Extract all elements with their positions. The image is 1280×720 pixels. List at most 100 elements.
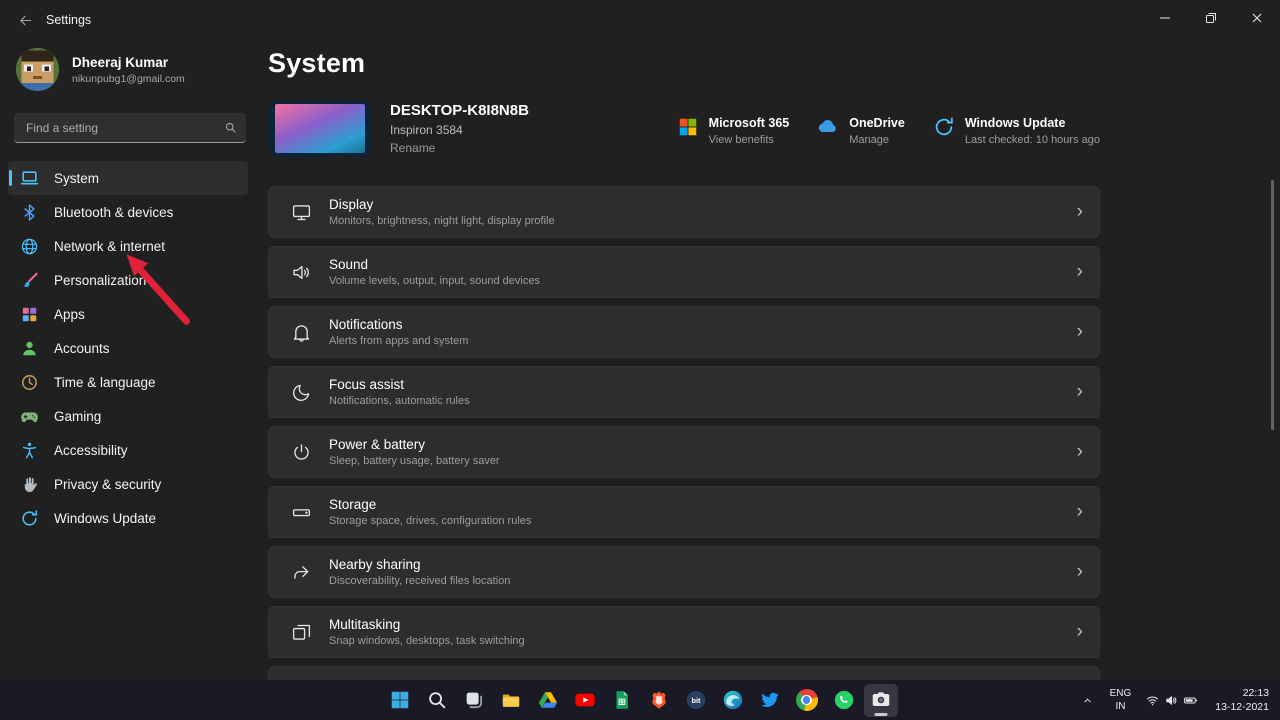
settings-row-power-battery[interactable]: Power & battery Sleep, battery usage, bat… — [268, 426, 1100, 478]
taskbar-twitter-button[interactable] — [753, 684, 787, 717]
update-icon — [20, 509, 39, 528]
settings-row-subtitle: Monitors, brightness, night light, displ… — [329, 215, 555, 227]
edge-icon — [722, 689, 744, 711]
settings-row-title: Display — [329, 197, 374, 212]
sidebar-item-system[interactable]: System — [8, 161, 248, 195]
moon-icon — [291, 382, 312, 403]
task-view-icon — [463, 689, 485, 711]
quick-link-title: OneDrive — [849, 116, 905, 130]
taskbar-google-drive-button[interactable] — [531, 684, 565, 717]
settings-row-storage[interactable]: Storage Storage space, drives, configurat… — [268, 486, 1100, 538]
back-button[interactable] — [6, 3, 44, 37]
tray-status-icons[interactable] — [1142, 693, 1201, 708]
sidebar-item-bluetooth-devices[interactable]: Bluetooth & devices — [8, 195, 248, 229]
settings-row-subtitle: Volume levels, output, input, sound devi… — [329, 275, 540, 287]
taskbar-google-sheets-button[interactable] — [605, 684, 639, 717]
settings-row-display[interactable]: Display Monitors, brightness, night light… — [268, 186, 1100, 238]
chevron-up-icon — [1081, 694, 1094, 707]
clock-icon — [20, 373, 39, 392]
profile-section: Dheeraj Kumar nikunpubg1@gmail.com — [0, 40, 260, 103]
close-button[interactable] — [1234, 0, 1280, 35]
scrollbar[interactable] — [1271, 180, 1274, 430]
quick-link-onedrive[interactable]: OneDrive Manage — [817, 116, 905, 146]
restore-button[interactable] — [1188, 0, 1234, 35]
language-indicator[interactable]: ENG IN — [1106, 687, 1136, 713]
sidebar-item-network-internet[interactable]: Network & internet — [8, 229, 248, 263]
close-icon — [1252, 13, 1262, 23]
sidebar-item-privacy-security[interactable]: Privacy & security — [8, 467, 248, 501]
sidebar-item-gaming[interactable]: Gaming — [8, 399, 248, 433]
sidebar-item-label: Bluetooth & devices — [54, 204, 174, 220]
drive-icon — [291, 502, 312, 523]
sidebar-item-label: System — [54, 170, 100, 186]
sidebar-item-personalization[interactable]: Personalization — [8, 263, 248, 297]
settings-row-subtitle: Alerts from apps and system — [329, 335, 469, 347]
chevron-right-icon: › — [1076, 500, 1083, 522]
taskbar-whatsapp-button[interactable] — [827, 684, 861, 717]
sidebar-item-apps[interactable]: Apps — [8, 297, 248, 331]
quick-links: Microsoft 365 View benefits OneDrive Manage… — [677, 116, 1100, 146]
settings-row-focus-assist[interactable]: Focus assist Notifications, automatic rul… — [268, 366, 1100, 418]
chevron-right-icon: › — [1076, 440, 1083, 462]
selected-indicator — [9, 170, 12, 186]
sidebar-nav: System Bluetooth & devices Network & inter… — [0, 159, 260, 535]
settings-row-subtitle: Notifications, automatic rules — [329, 395, 470, 407]
settings-row-subtitle: Discoverability, received files location — [329, 575, 511, 587]
rename-button[interactable]: Rename — [390, 141, 529, 155]
taskbar-task-view-button[interactable] — [457, 684, 491, 717]
sidebar-item-accounts[interactable]: Accounts — [8, 331, 248, 365]
taskbar: bit ENG IN 22:13 13-12-2021 — [0, 680, 1280, 720]
settings-row-notifications[interactable]: Notifications Alerts from apps and system… — [268, 306, 1100, 358]
taskbar-chrome-button[interactable] — [790, 684, 824, 717]
quick-link-windows-update[interactable]: Windows Update Last checked: 10 hours ago — [933, 116, 1100, 146]
taskbar-start-button[interactable] — [383, 684, 417, 717]
taskbar-snipping-tool-button[interactable] — [863, 683, 898, 717]
taskbar-file-explorer-button[interactable] — [494, 684, 528, 717]
quick-link-microsoft-365[interactable]: Microsoft 365 View benefits — [677, 116, 789, 146]
tray-overflow-button[interactable] — [1077, 685, 1099, 715]
apps-grid-icon — [20, 305, 39, 324]
settings-row-partial[interactable] — [268, 666, 1100, 680]
sidebar-item-label: Privacy & security — [54, 476, 162, 492]
youtube-icon — [574, 689, 596, 711]
settings-row-multitasking[interactable]: Multitasking Snap windows, desktops, task… — [268, 606, 1100, 658]
search-box[interactable] — [14, 113, 246, 143]
taskbar-bitly-button[interactable]: bit — [679, 684, 713, 717]
brush-icon — [20, 271, 39, 290]
taskbar-edge-button[interactable] — [716, 684, 750, 717]
system-tray: ENG IN 22:13 13-12-2021 — [1077, 680, 1276, 720]
taskbar-brave-button[interactable] — [642, 684, 676, 717]
accessibility-icon — [20, 441, 39, 460]
laptop-icon — [20, 169, 39, 188]
device-section: DESKTOP-K8I8N8B Inspiron 3584 Rename — [270, 100, 529, 157]
drive-triangle-icon — [537, 689, 559, 711]
multitask-icon — [291, 622, 312, 643]
chrome-icon — [795, 689, 818, 711]
clock[interactable]: 22:13 13-12-2021 — [1208, 686, 1276, 714]
minimize-button[interactable] — [1142, 0, 1188, 35]
sidebar-item-windows-update[interactable]: Windows Update — [8, 501, 248, 535]
update-icon — [933, 116, 955, 138]
settings-row-sound[interactable]: Sound Volume levels, output, input, sound… — [268, 246, 1100, 298]
volume-icon — [1164, 693, 1179, 708]
tray-date: 13-12-2021 — [1215, 701, 1269, 713]
wifi-icon — [1145, 693, 1160, 708]
sidebar-item-accessibility[interactable]: Accessibility — [8, 433, 248, 467]
titlebar: Settings — [0, 0, 1280, 40]
back-arrow-icon — [18, 13, 33, 28]
taskbar-search-button[interactable] — [420, 684, 454, 717]
tray-time: 22:13 — [1242, 686, 1269, 699]
sidebar-item-label: Network & internet — [54, 238, 166, 254]
search-input[interactable] — [24, 119, 224, 136]
settings-row-nearby-sharing[interactable]: Nearby sharing Discoverability, received … — [268, 546, 1100, 598]
taskbar-youtube-button[interactable] — [568, 684, 602, 717]
avatar — [16, 48, 59, 91]
display-icon — [291, 202, 312, 223]
sidebar-item-time-language[interactable]: Time & language — [8, 365, 248, 399]
sidebar: Dheeraj Kumar nikunpubg1@gmail.com Syste… — [0, 40, 260, 680]
settings-row-subtitle: Storage space, drives, configuration rul… — [329, 515, 532, 527]
sidebar-item-label: Time & language — [54, 374, 156, 390]
device-model: Inspiron 3584 — [390, 123, 463, 137]
chevron-right-icon: › — [1076, 320, 1083, 342]
chevron-right-icon: › — [1076, 260, 1083, 282]
